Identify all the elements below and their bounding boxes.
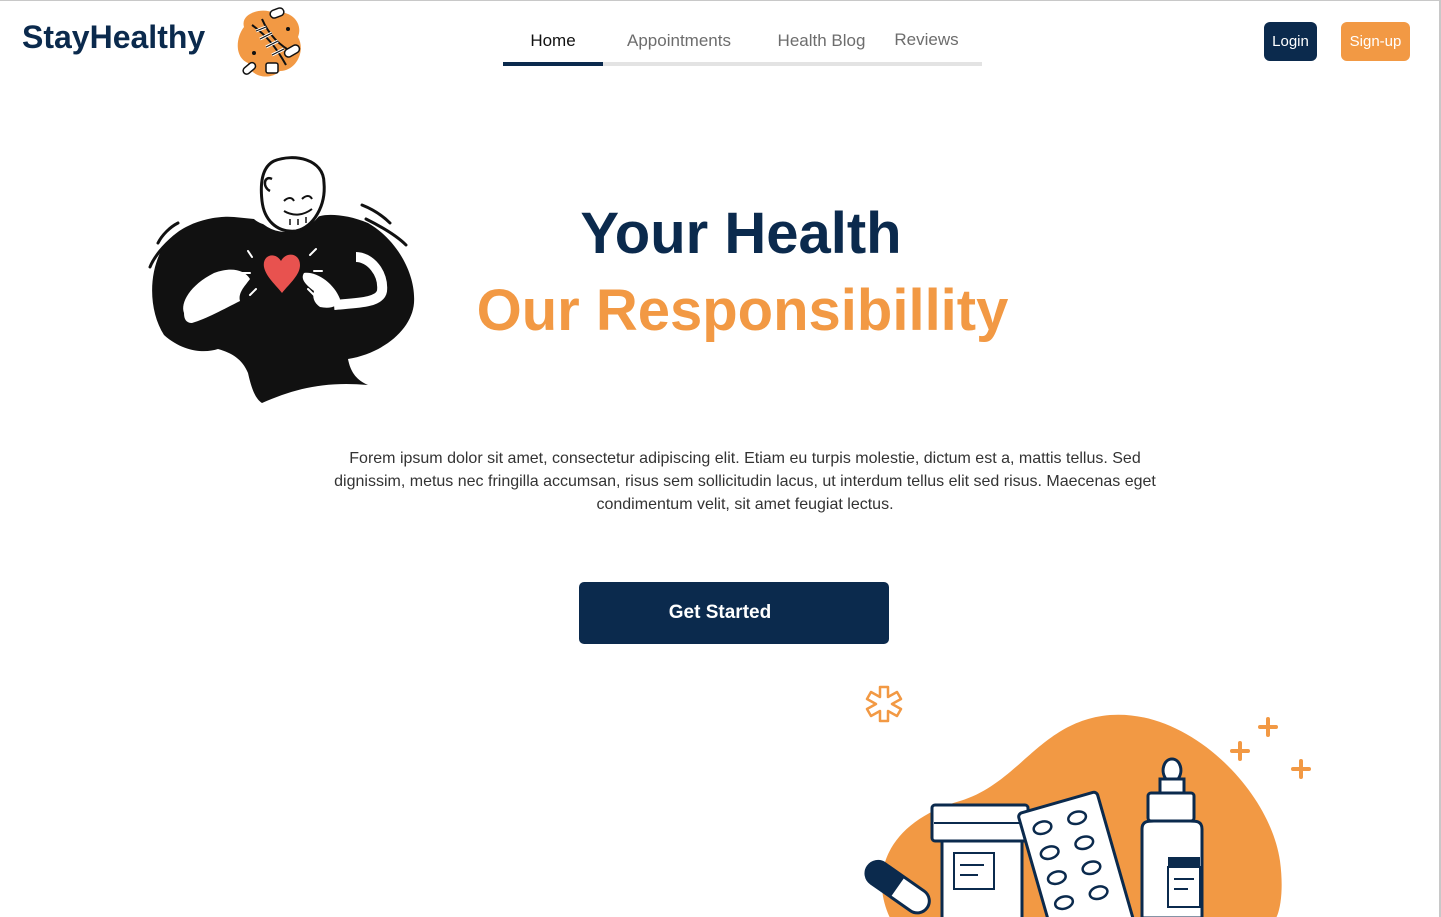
dna-pills-logo-icon[interactable] bbox=[232, 7, 306, 81]
nav-health-blog-label: Health Blog bbox=[777, 31, 866, 50]
nav-home[interactable]: Home bbox=[503, 21, 603, 66]
headline-secondary: Our Responsibillity bbox=[476, 278, 1009, 343]
nav-home-label: Home bbox=[530, 31, 576, 50]
login-button[interactable]: Login bbox=[1264, 22, 1317, 61]
nav-reviews-label: Reviews bbox=[894, 30, 959, 49]
hero-description: Forem ipsum dolor sit amet, consectetur … bbox=[334, 450, 1156, 513]
headline-primary: Your Health bbox=[580, 201, 902, 266]
brand-name[interactable]: StayHealthy bbox=[22, 19, 205, 56]
plus-signs-icon bbox=[1230, 717, 1311, 779]
main-nav: Home Appointments Health Blog Reviews bbox=[503, 20, 982, 66]
page: StayHealthy Home Appointments Health Blo… bbox=[0, 0, 1441, 917]
medicine-bottles-illustration bbox=[864, 685, 1311, 917]
signup-button[interactable]: Sign-up bbox=[1341, 22, 1410, 61]
nav-appointments[interactable]: Appointments bbox=[603, 21, 755, 65]
medical-asterisk-icon bbox=[865, 685, 903, 723]
nav-reviews[interactable]: Reviews bbox=[884, 20, 969, 64]
get-started-button[interactable]: Get Started bbox=[579, 582, 889, 644]
nav-appointments-label: Appointments bbox=[627, 31, 731, 50]
nav-health-blog[interactable]: Health Blog bbox=[759, 21, 884, 65]
person-heart-illustration bbox=[148, 156, 415, 403]
